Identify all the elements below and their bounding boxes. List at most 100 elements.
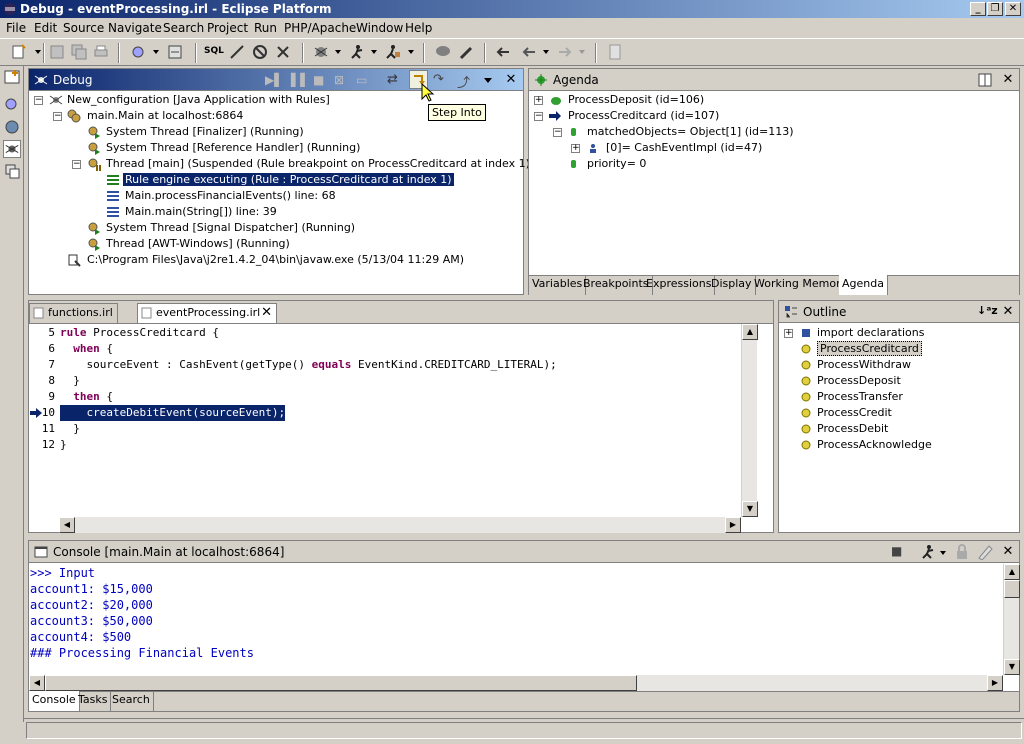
scroll-thumb[interactable] bbox=[45, 675, 637, 691]
outline-item[interactable]: ProcessTransfer bbox=[817, 389, 903, 405]
forward-icon[interactable] bbox=[556, 43, 574, 61]
outline-item[interactable]: ProcessCredit bbox=[817, 405, 892, 421]
tree-item-frame[interactable]: Main.processFinancialEvents() line: 68 bbox=[125, 188, 336, 204]
code-line[interactable]: when { bbox=[60, 341, 113, 357]
tab-search[interactable]: Search bbox=[109, 691, 154, 711]
menu-source[interactable]: Source bbox=[63, 21, 104, 35]
external-tools-icon[interactable] bbox=[384, 43, 402, 61]
open-type-icon[interactable] bbox=[166, 43, 184, 61]
tab-tasks[interactable]: Tasks bbox=[75, 691, 112, 711]
layout-icon[interactable] bbox=[977, 72, 993, 88]
scroll-left-button[interactable]: ◀ bbox=[29, 675, 45, 691]
code-line[interactable]: then { bbox=[60, 389, 113, 405]
run-icon[interactable] bbox=[348, 43, 366, 61]
chevron-down-icon[interactable] bbox=[408, 50, 414, 54]
console-horizontal-scrollbar[interactable]: ◀ ▶ bbox=[29, 675, 1003, 691]
expand-icon[interactable]: + bbox=[571, 144, 580, 153]
ruler-icon[interactable] bbox=[606, 43, 624, 61]
team-perspective-icon[interactable] bbox=[3, 162, 21, 180]
tree-item-thread-main[interactable]: Thread [main] (Suspended (Rule breakpoin… bbox=[106, 156, 534, 172]
menu-search[interactable]: Search bbox=[163, 21, 204, 35]
agenda-item[interactable]: ProcessDeposit (id=106) bbox=[568, 92, 704, 108]
chevron-down-icon[interactable] bbox=[35, 50, 41, 54]
scroll-left-button[interactable]: ◀ bbox=[59, 517, 75, 533]
java-perspective-icon[interactable] bbox=[3, 118, 21, 136]
chevron-down-icon[interactable] bbox=[153, 50, 159, 54]
outline-item[interactable]: import declarations bbox=[817, 325, 924, 341]
close-icon[interactable]: ✕ bbox=[1002, 305, 1014, 318]
tab-expressions[interactable]: Expressions bbox=[643, 275, 716, 295]
code-editor[interactable]: 5 rule ProcessCreditcard {6 when {7 sourc… bbox=[29, 323, 773, 533]
scroll-thumb[interactable] bbox=[1004, 580, 1020, 598]
menu-edit[interactable]: Edit bbox=[34, 21, 57, 35]
last-edit-icon[interactable] bbox=[495, 43, 513, 61]
new-icon[interactable] bbox=[10, 43, 28, 61]
chevron-down-icon[interactable] bbox=[335, 50, 341, 54]
pen-icon[interactable] bbox=[457, 43, 475, 61]
close-icon[interactable]: ✕ bbox=[505, 73, 517, 86]
outline-item[interactable]: ProcessDeposit bbox=[817, 373, 901, 389]
print-icon[interactable] bbox=[92, 43, 110, 61]
menu-php-apache[interactable]: PHP/Apache bbox=[284, 21, 356, 35]
save-all-icon[interactable] bbox=[70, 43, 88, 61]
menu-navigate[interactable]: Navigate bbox=[108, 21, 162, 35]
tree-item-thread[interactable]: System Thread [Finalizer] (Running) bbox=[106, 124, 304, 140]
sort-icon[interactable]: ↓ᵃz bbox=[977, 304, 998, 317]
tab-variables[interactable]: Variables bbox=[529, 275, 587, 295]
code-line[interactable]: } bbox=[60, 373, 80, 389]
refactor-icon[interactable] bbox=[130, 43, 148, 61]
disconnect-icon[interactable]: ⊠ bbox=[334, 73, 344, 87]
close-icon[interactable]: ✕ bbox=[261, 304, 272, 322]
resource-perspective-icon[interactable] bbox=[3, 96, 21, 114]
menu-window[interactable]: Window bbox=[356, 21, 403, 35]
menu-help[interactable]: Help bbox=[405, 21, 432, 35]
save-icon[interactable] bbox=[48, 43, 66, 61]
step-return-icon[interactable]: ⇄ bbox=[387, 72, 398, 87]
scroll-down-button[interactable]: ▼ bbox=[742, 501, 758, 517]
tab-display[interactable]: Display bbox=[708, 275, 756, 295]
tree-item-frame-selected[interactable]: Rule engine executing (Rule : ProcessCre… bbox=[123, 172, 454, 188]
suspend-icon[interactable]: ▌▌ bbox=[291, 73, 309, 87]
outline-item[interactable]: ProcessAcknowledge bbox=[817, 437, 932, 453]
code-line[interactable]: } bbox=[60, 437, 67, 453]
editor-tab-active[interactable]: eventProcessing.irl ✕ bbox=[137, 303, 277, 323]
terminate-icon[interactable]: ■ bbox=[313, 73, 324, 87]
chat-icon[interactable] bbox=[434, 43, 452, 61]
menu-project[interactable]: Project bbox=[207, 21, 248, 35]
outline-item[interactable]: ProcessCreditcard bbox=[817, 341, 922, 357]
tab-agenda[interactable]: Agenda bbox=[839, 275, 888, 295]
chevron-down-icon[interactable] bbox=[579, 50, 585, 54]
code-line[interactable]: rule ProcessCreditcard { bbox=[60, 325, 219, 341]
tree-item-frame[interactable]: Main.main(String[]) line: 39 bbox=[125, 204, 277, 220]
scroll-up-button[interactable]: ▲ bbox=[742, 324, 758, 340]
scroll-down-button[interactable]: ▼ bbox=[1004, 659, 1020, 675]
agenda-variable[interactable]: matchedObjects= Object[1] (id=113) bbox=[587, 124, 794, 140]
vertical-scrollbar[interactable]: ▲ ▼ bbox=[741, 324, 758, 517]
console-vertical-scrollbar[interactable]: ▲ ▼ bbox=[1003, 564, 1020, 675]
code-line[interactable]: sourceEvent : CashEvent(getType() equals… bbox=[60, 357, 556, 373]
chevron-down-icon[interactable] bbox=[371, 50, 377, 54]
collapse-icon[interactable]: − bbox=[534, 112, 543, 121]
scroll-right-button[interactable]: ▶ bbox=[987, 675, 1003, 691]
agenda-item-current[interactable]: ProcessCreditcard (id=107) bbox=[568, 108, 719, 124]
tree-item-main[interactable]: main.Main at localhost:6864 bbox=[87, 108, 243, 124]
close-window-button[interactable]: ✕ bbox=[1005, 2, 1021, 16]
expand-icon[interactable]: + bbox=[534, 96, 543, 105]
outline-item[interactable]: ProcessDebit bbox=[817, 421, 888, 437]
tree-item-process[interactable]: C:\Program Files\Java\j2re1.4.2_04\bin\j… bbox=[87, 252, 464, 268]
tab-working-memory[interactable]: Working Memory bbox=[751, 275, 852, 295]
editor-tab[interactable]: functions.irl bbox=[29, 303, 118, 323]
debug-icon[interactable] bbox=[312, 43, 330, 61]
maximize-button[interactable]: ❐ bbox=[987, 2, 1003, 16]
tree-item-thread[interactable]: System Thread [Reference Handler] (Runni… bbox=[106, 140, 360, 156]
scroll-up-button[interactable]: ▲ bbox=[1004, 564, 1020, 580]
scroll-right-button[interactable]: ▶ bbox=[725, 517, 741, 533]
menu-file[interactable]: File bbox=[6, 21, 26, 35]
sql-clear-icon[interactable] bbox=[274, 43, 292, 61]
horizontal-scrollbar[interactable]: ◀ ▶ bbox=[59, 517, 741, 533]
sql-button[interactable]: SQL bbox=[204, 46, 224, 56]
back-icon[interactable] bbox=[520, 43, 538, 61]
lock-icon[interactable] bbox=[955, 544, 969, 560]
close-icon[interactable]: ✕ bbox=[1002, 545, 1014, 558]
tree-item-launch[interactable]: New_configuration [Java Application with… bbox=[67, 92, 330, 108]
